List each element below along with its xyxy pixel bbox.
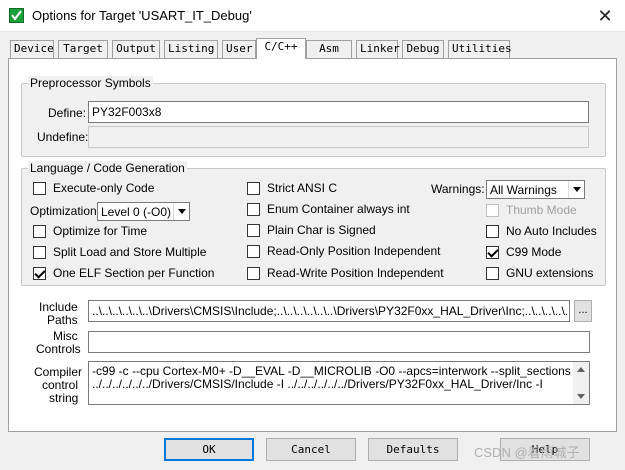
chevron-down-icon[interactable]: [173, 203, 189, 220]
defaults-button[interactable]: Defaults: [368, 438, 458, 461]
split-load-label: Split Load and Store Multiple: [53, 245, 207, 259]
tab-debug[interactable]: Debug: [402, 40, 444, 58]
tab-c-cpp[interactable]: C/C++: [256, 38, 306, 59]
include-paths-input[interactable]: ..\..\..\..\..\..\Drivers\CMSIS\Include;…: [88, 300, 570, 322]
chevron-down-icon[interactable]: [568, 181, 584, 198]
strict-ansi-box[interactable]: [247, 181, 260, 195]
control-label: control: [42, 378, 79, 392]
tab-utilities[interactable]: Utilities: [448, 40, 512, 58]
undefine-label: Undefine:: [37, 130, 89, 144]
compiler-control-string[interactable]: -c99 -c --cpu Cortex-M0+ -D__EVAL -D__MI…: [88, 361, 590, 405]
tab-target[interactable]: Target: [58, 40, 108, 58]
c99-mode-checkbox[interactable]: C99 Mode: [486, 244, 561, 260]
include-label: Include: [39, 300, 78, 314]
compiler-scrollbar[interactable]: [573, 362, 589, 404]
enum-container-box[interactable]: [247, 202, 260, 216]
ro-pos-indep-box[interactable]: [247, 244, 260, 258]
preprocessor-group-title: Preprocessor Symbols: [28, 76, 153, 90]
define-label: Define:: [48, 106, 87, 120]
split-load-checkbox[interactable]: Split Load and Store Multiple: [33, 244, 206, 260]
enum-container-checkbox[interactable]: Enum Container always int: [247, 201, 410, 217]
tab-asm[interactable]: Asm: [306, 40, 352, 58]
execute-only-label: Execute-only Code: [53, 181, 155, 195]
warnings-value: All Warnings: [490, 183, 557, 197]
gnu-extensions-box[interactable]: [486, 266, 499, 280]
scroll-down-icon[interactable]: [577, 394, 585, 399]
one-elf-checkbox[interactable]: One ELF Section per Function: [33, 265, 214, 281]
tab-device[interactable]: Device: [10, 40, 54, 58]
one-elf-label: One ELF Section per Function: [53, 266, 215, 280]
rw-pos-indep-box[interactable]: [247, 266, 260, 280]
optimization-select[interactable]: Level 0 (-O0): [97, 202, 190, 221]
tab-listing[interactable]: Listing: [164, 40, 218, 58]
execute-only-checkbox[interactable]: Execute-only Code: [33, 180, 154, 196]
scroll-up-icon[interactable]: [577, 367, 585, 372]
cancel-button[interactable]: Cancel: [266, 438, 356, 461]
enum-container-label: Enum Container always int: [267, 202, 410, 216]
plain-char-label: Plain Char is Signed: [267, 223, 376, 237]
optimize-time-label: Optimize for Time: [53, 224, 148, 238]
warnings-label: Warnings:: [431, 182, 485, 196]
misc-label: Misc: [53, 329, 78, 343]
include-paths-browse-button[interactable]: ...: [574, 300, 592, 322]
gnu-extensions-checkbox[interactable]: GNU extensions: [486, 265, 593, 281]
no-auto-includes-label: No Auto Includes: [506, 224, 597, 238]
ro-pos-indep-label: Read-Only Position Independent: [267, 244, 441, 258]
include-paths-label: Paths: [47, 313, 78, 327]
tab-output[interactable]: Output: [112, 40, 160, 58]
optimization-label: Optimization:: [30, 204, 101, 218]
one-elf-box[interactable]: [33, 266, 46, 280]
optimization-value: Level 0 (-O0): [101, 205, 172, 219]
c-cpp-options-panel: Preprocessor Symbols Define: PY32F003x8 …: [8, 58, 617, 432]
thumb-mode-box[interactable]: [486, 203, 499, 217]
split-load-box[interactable]: [33, 245, 46, 259]
compiler-label: Compiler: [34, 365, 83, 379]
close-icon[interactable]: ✕: [593, 4, 617, 28]
c99-mode-label: C99 Mode: [506, 245, 562, 259]
optimize-time-box[interactable]: [33, 224, 46, 238]
c99-mode-box[interactable]: [486, 245, 499, 259]
strict-ansi-checkbox[interactable]: Strict ANSI C: [247, 180, 337, 196]
warnings-select[interactable]: All Warnings: [486, 180, 585, 199]
gnu-extensions-label: GNU extensions: [506, 266, 594, 280]
no-auto-includes-box[interactable]: [486, 224, 499, 238]
window-title: Options for Target 'USART_IT_Debug': [32, 8, 252, 23]
keil-app-icon: [9, 8, 24, 23]
rw-pos-indep-checkbox[interactable]: Read-Write Position Independent: [247, 265, 444, 281]
undefine-input[interactable]: [88, 126, 589, 148]
string-label: string: [49, 391, 79, 405]
csdn-watermark: CSDN @着雨城子: [474, 445, 580, 460]
tab-linker[interactable]: Linker: [356, 40, 400, 58]
rw-pos-indep-label: Read-Write Position Independent: [267, 266, 444, 280]
compiler-line-2: ../../../../../../Drivers/CMSIS/Include …: [92, 377, 543, 391]
ok-button[interactable]: OK: [164, 438, 254, 461]
ro-pos-indep-checkbox[interactable]: Read-Only Position Independent: [247, 243, 440, 259]
plain-char-checkbox[interactable]: Plain Char is Signed: [247, 222, 376, 238]
language-group-title: Language / Code Generation: [28, 161, 187, 175]
thumb-mode-checkbox[interactable]: Thumb Mode: [486, 202, 577, 218]
misc-controls-label: Controls: [36, 342, 81, 356]
execute-only-box[interactable]: [33, 181, 46, 195]
tab-user[interactable]: User: [222, 40, 256, 58]
optimize-time-checkbox[interactable]: Optimize for Time: [33, 223, 147, 239]
strict-ansi-label: Strict ANSI C: [267, 181, 338, 195]
plain-char-box[interactable]: [247, 223, 260, 237]
no-auto-includes-checkbox[interactable]: No Auto Includes: [486, 223, 597, 239]
title-bar: Options for Target 'USART_IT_Debug' ✕: [0, 0, 625, 32]
misc-controls-input[interactable]: [88, 331, 590, 353]
define-input[interactable]: PY32F003x8: [88, 101, 589, 123]
thumb-mode-label: Thumb Mode: [506, 203, 577, 217]
